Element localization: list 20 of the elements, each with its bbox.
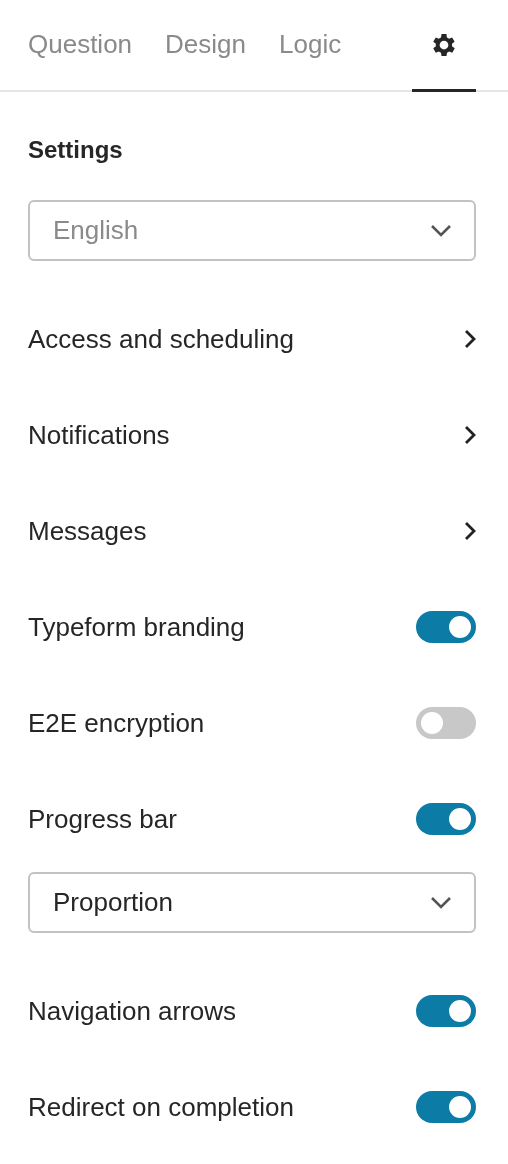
setting-label: Redirect on completion xyxy=(28,1091,294,1123)
settings-link[interactable]: Notifications xyxy=(28,419,170,451)
chevron-down-icon xyxy=(430,223,452,238)
setting-label: Navigation arrows xyxy=(28,995,237,1027)
toggle-switch[interactable] xyxy=(416,803,476,835)
settings-link[interactable]: Access and scheduling xyxy=(28,323,294,355)
setting-label: E2E encryption xyxy=(28,707,205,739)
chevron-right-icon[interactable] xyxy=(464,329,476,349)
settings-link[interactable]: Messages xyxy=(28,515,147,547)
chevron-right-icon[interactable] xyxy=(464,521,476,541)
toggle-switch[interactable] xyxy=(416,1091,476,1123)
progress-bar-select[interactable]: Proportion xyxy=(28,872,476,933)
setting-label: Progress bar xyxy=(28,803,177,835)
toggle-switch[interactable] xyxy=(416,995,476,1027)
setting-label: Typeform branding xyxy=(28,611,245,643)
toggle-switch[interactable] xyxy=(416,707,476,739)
chevron-right-icon[interactable] xyxy=(464,425,476,445)
chevron-down-icon xyxy=(430,895,452,910)
section-title: Settings xyxy=(28,135,124,165)
toggle-switch[interactable] xyxy=(416,611,476,643)
